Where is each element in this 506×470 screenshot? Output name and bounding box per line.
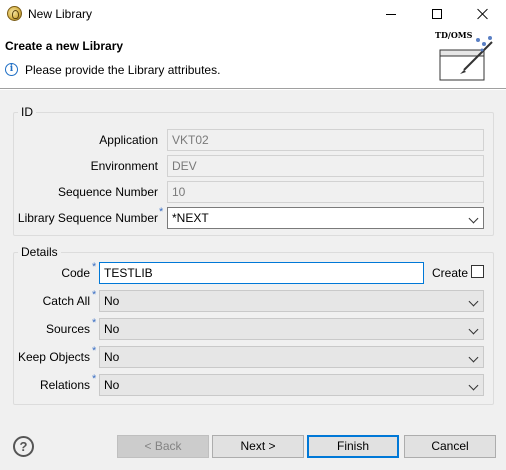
- maximize-button[interactable]: [414, 0, 460, 28]
- code-label: Code: [61, 266, 90, 280]
- minimize-button[interactable]: [368, 0, 414, 28]
- code-input[interactable]: TESTLIB: [99, 262, 424, 284]
- required-indicator: *: [92, 345, 97, 357]
- create-checkbox[interactable]: [471, 265, 484, 278]
- library-sequence-number-value: *NEXT: [172, 211, 209, 225]
- relations-select[interactable]: No: [99, 374, 484, 396]
- sources-value: No: [104, 322, 120, 336]
- minimize-icon: [386, 13, 396, 15]
- catch-all-value: No: [104, 294, 120, 308]
- info-icon: i: [5, 63, 18, 76]
- create-label: Create: [432, 266, 469, 280]
- close-icon: [477, 8, 489, 20]
- relations-value: No: [104, 378, 120, 392]
- application-label: Application: [99, 133, 158, 147]
- close-button[interactable]: [460, 0, 506, 28]
- keep-objects-select[interactable]: No: [99, 346, 484, 368]
- chevron-down-icon: [468, 324, 479, 335]
- required-indicator: *: [92, 289, 97, 301]
- sources-label: Sources: [45, 322, 90, 336]
- banner-label: TD/OMS: [435, 30, 473, 40]
- app-icon: [7, 6, 22, 21]
- window-title: New Library: [28, 7, 93, 21]
- chevron-down-icon: [468, 296, 479, 307]
- next-button[interactable]: Next >: [212, 435, 304, 458]
- chevron-down-icon: [468, 352, 479, 363]
- library-sequence-number-label: Library Sequence Number: [17, 211, 158, 225]
- cancel-button[interactable]: Cancel: [404, 435, 496, 458]
- sequence-number-label: Sequence Number: [57, 185, 158, 199]
- chevron-down-icon: [468, 380, 479, 391]
- finish-button[interactable]: Finish: [307, 435, 399, 458]
- required-indicator: *: [159, 206, 164, 218]
- id-group-legend: ID: [18, 105, 36, 119]
- required-indicator: *: [92, 261, 97, 273]
- keep-objects-label: Keep Objects: [17, 350, 90, 364]
- maximize-icon: [432, 9, 442, 19]
- page-message: Please provide the Library attributes.: [25, 63, 221, 77]
- help-icon[interactable]: ?: [13, 436, 34, 457]
- page-title: Create a new Library: [5, 39, 124, 53]
- catch-all-label: Catch All: [42, 294, 90, 308]
- application-field: VKT02: [167, 129, 484, 151]
- environment-label: Environment: [90, 159, 158, 173]
- catch-all-select[interactable]: No: [99, 290, 484, 312]
- wizard-header: [0, 28, 506, 88]
- sources-select[interactable]: No: [99, 318, 484, 340]
- back-button[interactable]: < Back: [117, 435, 209, 458]
- details-group-legend: Details: [18, 245, 61, 259]
- sequence-number-field: 10: [167, 181, 484, 203]
- chevron-down-icon: [468, 213, 479, 224]
- required-indicator: *: [92, 317, 97, 329]
- environment-field: DEV: [167, 155, 484, 177]
- required-indicator: *: [92, 373, 97, 385]
- relations-label: Relations: [39, 378, 90, 392]
- keep-objects-value: No: [104, 350, 120, 364]
- library-sequence-number-select[interactable]: *NEXT: [167, 207, 484, 229]
